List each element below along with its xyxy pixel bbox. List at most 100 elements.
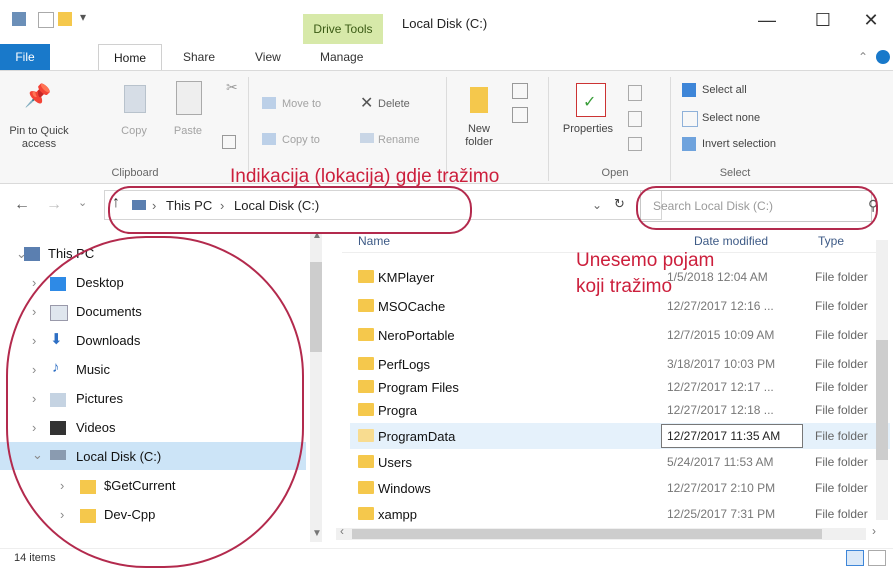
file-type: File folder [815, 270, 868, 284]
file-row[interactable]: Users 5/24/2017 11:53 AM File folder [350, 449, 890, 475]
column-header-name[interactable]: Name [358, 234, 390, 248]
large-icons-view-icon[interactable] [868, 550, 886, 566]
tab-share[interactable]: Share [183, 50, 215, 64]
navigation-highlight-circle [6, 236, 304, 568]
refresh-icon[interactable]: ↻ [614, 196, 625, 212]
file-date: 1/5/2018 12:04 AM [667, 270, 768, 284]
file-type: File folder [815, 481, 868, 495]
folder-icon [358, 380, 374, 393]
new-folder-qat-icon[interactable] [58, 12, 72, 26]
scroll-down-icon[interactable]: ▼ [312, 528, 322, 539]
edit-icon[interactable] [628, 111, 642, 127]
folder-icon [358, 481, 374, 494]
folder-icon [358, 328, 374, 341]
rename-button[interactable]: Rename [378, 134, 420, 147]
drive-tools-context-tab: Drive Tools [303, 14, 383, 44]
folder-icon [358, 357, 374, 370]
maximize-button[interactable]: ☐ [808, 10, 838, 31]
file-date: 12/27/2017 12:17 ... [667, 380, 774, 394]
delete-button[interactable]: Delete [378, 98, 410, 111]
file-type: File folder [815, 507, 868, 521]
scroll-left-icon[interactable]: ‹ [340, 524, 344, 538]
pin-icon: 📌 [24, 83, 52, 108]
properties-icon: ✓ [576, 83, 606, 117]
copy-to-button[interactable]: Copy to [282, 134, 320, 147]
back-arrow-icon[interactable]: ← [14, 196, 30, 214]
file-name: Progra [378, 403, 418, 418]
tab-manage[interactable]: Manage [320, 50, 363, 64]
address-dropdown-icon[interactable]: ⌄ [592, 198, 602, 212]
address-highlight-circle [108, 186, 472, 234]
file-name: MSOCache [378, 299, 446, 314]
file-type: File folder [815, 429, 868, 443]
tab-file[interactable]: File [0, 44, 50, 70]
file-row[interactable]: NeroPortable 12/7/2015 10:09 AM File fol… [350, 322, 890, 348]
file-row[interactable]: Progra 12/27/2017 12:18 ... File folder [350, 397, 890, 423]
annotation-search-line2: koji tražimo [576, 276, 673, 297]
history-icon[interactable] [628, 137, 642, 151]
folder-icon [358, 403, 374, 416]
copy-to-icon [262, 133, 276, 145]
paste-shortcut-icon[interactable] [222, 135, 236, 149]
open-icon[interactable] [628, 85, 642, 101]
file-type: File folder [815, 380, 868, 394]
scroll-right-icon[interactable]: › [872, 524, 876, 538]
select-none-button[interactable]: Select none [702, 112, 760, 125]
file-name: NeroPortable [378, 328, 455, 343]
file-name: Windows [378, 481, 431, 496]
open-group-label: Open [601, 167, 629, 179]
properties-button[interactable]: Properties [556, 123, 620, 136]
file-name: xampp [378, 507, 418, 522]
forward-arrow-icon[interactable]: → [46, 196, 62, 214]
close-button[interactable]: ✕ [856, 10, 886, 31]
file-row[interactable]: xampp 12/25/2017 7:31 PM File folder [350, 501, 890, 527]
nav-scrollbar-thumb[interactable] [310, 262, 322, 352]
system-menu-icon[interactable] [12, 12, 26, 26]
minimize-button[interactable]: — [752, 10, 782, 31]
divider [670, 77, 671, 181]
easy-access-icon[interactable] [512, 107, 528, 123]
qat-dropdown-icon[interactable]: ▾ [80, 10, 86, 24]
folder-icon [358, 429, 374, 442]
file-row[interactable]: Windows 12/27/2017 2:10 PM File folder [350, 475, 890, 501]
select-group-label: Select [719, 167, 751, 179]
help-icon[interactable] [876, 50, 890, 64]
new-folder-button[interactable]: New folder [456, 123, 502, 149]
details-view-icon[interactable] [846, 550, 864, 566]
column-header-date[interactable]: Date modified [694, 234, 768, 248]
select-all-button[interactable]: Select all [702, 84, 747, 97]
file-name: ProgramData [378, 429, 456, 444]
copy-button[interactable]: Copy [112, 125, 156, 138]
recent-locations-icon[interactable]: ⌄ [78, 196, 87, 209]
paste-button[interactable]: Paste [166, 125, 210, 138]
file-name: Program Files [378, 380, 459, 395]
file-date: 12/27/2017 12:16 ... [667, 299, 774, 313]
window-title: Local Disk (C:) [402, 16, 488, 31]
file-date: 3/18/2017 10:03 PM [667, 357, 776, 371]
tab-view[interactable]: View [255, 50, 281, 64]
horizontal-scrollbar-thumb[interactable] [352, 529, 822, 539]
file-type: File folder [815, 299, 868, 313]
select-none-icon [682, 111, 698, 127]
cut-icon[interactable]: ✂ [226, 79, 238, 96]
column-header-type[interactable]: Type [818, 234, 844, 248]
file-type: File folder [815, 328, 868, 342]
file-date: 12/7/2015 10:09 AM [667, 328, 775, 342]
file-row-selected[interactable]: ProgramData 12/27/2017 11:35 AM File fol… [350, 423, 890, 449]
move-to-button[interactable]: Move to [282, 98, 321, 111]
file-list-scrollbar-thumb[interactable] [876, 340, 888, 460]
new-item-icon[interactable] [512, 83, 528, 99]
select-all-icon [682, 83, 696, 97]
invert-selection-button[interactable]: Invert selection [702, 138, 776, 151]
paste-icon [176, 81, 202, 115]
pin-to-quick-access-button[interactable]: Pin to Quick access [0, 125, 78, 151]
tab-home[interactable]: Home [98, 44, 162, 71]
copy-icon [124, 85, 146, 113]
properties-qat-icon[interactable] [38, 12, 54, 28]
collapse-ribbon-icon[interactable]: ⌃ [858, 50, 868, 64]
file-name: KMPlayer [378, 270, 435, 285]
file-date: 12/25/2017 7:31 PM [667, 507, 776, 521]
delete-icon: ✕ [360, 95, 374, 112]
file-type: File folder [815, 403, 868, 417]
file-date: 12/27/2017 11:35 AM [667, 429, 781, 443]
